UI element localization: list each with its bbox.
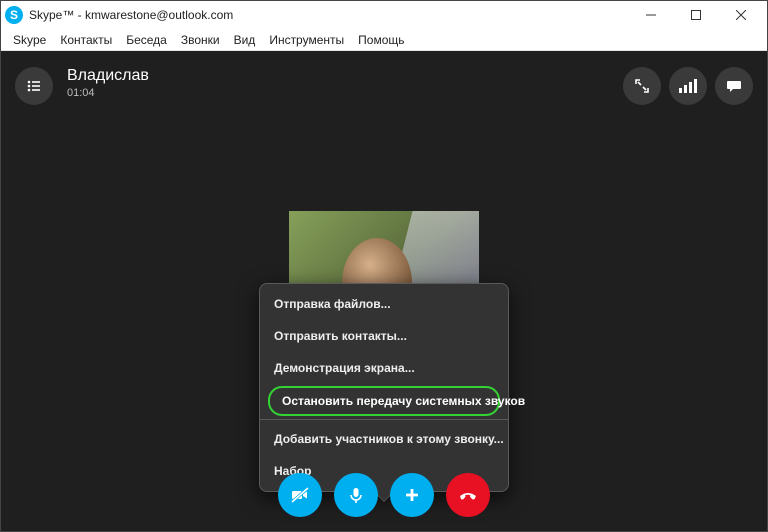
menu-conversation[interactable]: Беседа [120,31,173,49]
skype-logo-icon: S [5,6,23,24]
camera-off-icon [289,484,311,506]
contact-name: Владислав [67,67,149,85]
call-quality-button[interactable] [669,67,707,105]
menu-contacts[interactable]: Контакты [54,31,118,49]
call-controls [278,473,490,517]
chat-icon [726,78,742,94]
plus-menu-popup: Отправка файлов... Отправить контакты...… [259,283,509,492]
window-title: Skype™ - kmwarestone@outlook.com [29,8,628,22]
menu-tools[interactable]: Инструменты [263,31,350,49]
plus-icon [402,485,422,505]
menu-view[interactable]: Вид [228,31,262,49]
menu-item-send-contacts[interactable]: Отправить контакты... [260,320,508,352]
minimize-button[interactable] [628,1,673,29]
menu-item-add-participants[interactable]: Добавить участников к этому звонку... [260,423,508,455]
call-area: Владислав 01:04 [1,51,767,531]
title-bar: S Skype™ - kmwarestone@outlook.com [1,1,767,29]
menu-item-share-screen[interactable]: Демонстрация экрана... [260,352,508,384]
fullscreen-button[interactable] [623,67,661,105]
menu-bar: Skype Контакты Беседа Звонки Вид Инструм… [1,29,767,51]
menu-skype[interactable]: Skype [7,31,52,49]
mic-icon [346,485,366,505]
caller-info: Владислав 01:04 [67,67,149,99]
add-menu-button[interactable] [390,473,434,517]
signal-icon [679,79,697,93]
hangup-icon [456,483,480,507]
menu-help[interactable]: Помощь [352,31,410,49]
conversation-list-button[interactable] [15,67,53,105]
menu-item-send-files[interactable]: Отправка файлов... [260,288,508,320]
chat-button[interactable] [715,67,753,105]
close-button[interactable] [718,1,763,29]
expand-icon [635,79,649,93]
menu-calls[interactable]: Звонки [175,31,226,49]
menu-separator [260,419,508,420]
list-icon [26,78,42,94]
toggle-mic-button[interactable] [334,473,378,517]
maximize-button[interactable] [673,1,718,29]
window-controls [628,1,763,29]
toggle-camera-button[interactable] [278,473,322,517]
menu-item-stop-system-sounds[interactable]: Остановить передачу системных звуков [268,386,500,416]
hangup-button[interactable] [446,473,490,517]
call-duration: 01:04 [67,87,149,99]
call-header: Владислав 01:04 [1,61,767,111]
app-window: S Skype™ - kmwarestone@outlook.com Skype… [0,0,768,532]
